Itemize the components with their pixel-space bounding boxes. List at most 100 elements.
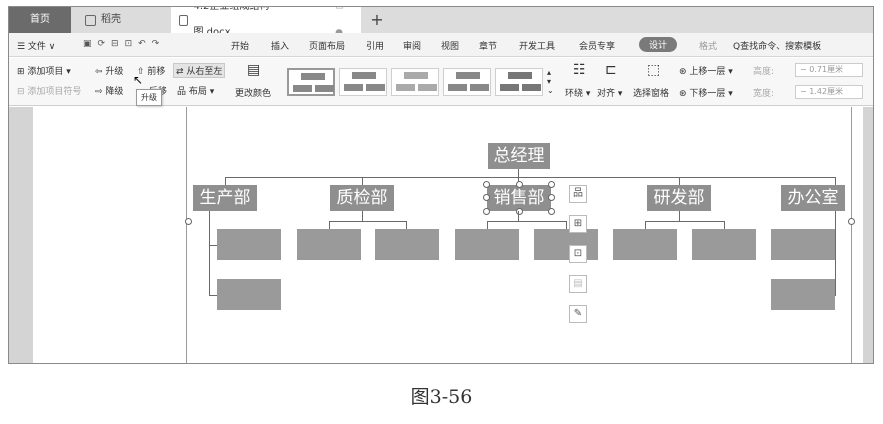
org-node-top[interactable]: 总经理	[488, 143, 550, 169]
quick-access-icons[interactable]: ▣⟳⊟⊡↶↷	[83, 39, 165, 49]
connector	[566, 221, 567, 229]
page-margin-left	[186, 107, 187, 363]
connector	[209, 295, 217, 296]
org-node-dept-1[interactable]: 生产部	[193, 185, 257, 211]
right-to-left-label: 从右至左	[186, 67, 223, 77]
add-item-button[interactable]: ⊞ 添加项目 ▾	[17, 64, 71, 77]
org-node-dept-4[interactable]: 研发部	[647, 185, 711, 211]
org-subnode[interactable]	[297, 229, 361, 260]
connector	[835, 177, 836, 185]
tab-document[interactable]: 4.2企业组成结构图.docx ▭ ●	[171, 7, 361, 38]
menu-page-layout[interactable]: 页面布局	[309, 39, 345, 52]
menu-section[interactable]: 章节	[479, 39, 497, 52]
promote-label: 升级	[105, 67, 124, 77]
align-button[interactable]: 对齐 ▾	[597, 86, 622, 99]
add-shape-tool-icon[interactable]: 品	[569, 185, 587, 203]
resize-handle[interactable]	[516, 181, 523, 188]
connector	[362, 177, 363, 185]
resize-handle[interactable]	[483, 181, 490, 188]
layout-tool-icon[interactable]: ⊞	[569, 215, 587, 233]
frame-handle-left[interactable]	[185, 218, 192, 225]
org-subnode[interactable]	[771, 279, 835, 310]
resize-handle[interactable]	[548, 194, 555, 201]
org-subnode[interactable]	[534, 229, 598, 260]
align-icon: ⊏	[605, 62, 617, 78]
wrap-button[interactable]: 环绕 ▾	[565, 86, 590, 99]
connector	[645, 221, 724, 222]
connector	[209, 245, 217, 246]
resize-handle[interactable]	[483, 208, 490, 215]
menu-view[interactable]: 视图	[441, 39, 459, 52]
layout-button[interactable]: 品 布局 ▾	[177, 84, 214, 97]
menu-member[interactable]: 会员专享	[579, 39, 615, 52]
select-pane-button[interactable]: 选择窗格	[633, 86, 669, 99]
right-to-left-button[interactable]: ⇄ 从右至左	[173, 63, 226, 78]
promote-button[interactable]: ⇦ 升级	[95, 64, 123, 77]
gallery-scroll-icon[interactable]: ▴ ▾ ⌄	[547, 68, 554, 95]
connector	[835, 211, 836, 295]
style-gallery-item-3[interactable]	[391, 68, 439, 96]
menu-references[interactable]: 引用	[366, 39, 384, 52]
tab-design[interactable]: 设计	[639, 37, 678, 52]
connector	[406, 221, 407, 229]
org-node-dept-2[interactable]: 质检部	[330, 185, 394, 211]
add-bullet-button[interactable]: ⊟ 添加项目符号	[17, 84, 81, 97]
connector	[329, 221, 330, 229]
org-subnode[interactable]	[217, 229, 281, 260]
style-gallery-item-5[interactable]	[495, 68, 543, 96]
search-command[interactable]: Q查找命令、搜索模板	[733, 39, 821, 52]
width-label: 宽度:	[753, 89, 775, 99]
width-value: 1.42厘米	[809, 87, 844, 96]
align-label: 对齐	[597, 89, 616, 99]
document-area: 总经理 生产部 质检部 销售部 研发部 办公室 品 ⊞ ⊡ ▤ ✎	[9, 107, 873, 363]
tab-bar: 首页 稻壳 4.2企业组成结构图.docx ▭ ● +	[9, 7, 873, 38]
org-subnode[interactable]	[771, 229, 835, 260]
menu-developer[interactable]: 开发工具	[519, 39, 555, 52]
frame-handle-right[interactable]	[848, 218, 855, 225]
style-tool-icon[interactable]: ⊡	[569, 245, 587, 263]
figure-caption: 图3-56	[410, 386, 473, 408]
tab-home[interactable]: 首页	[9, 7, 71, 33]
connector	[487, 221, 566, 222]
org-subnode[interactable]	[217, 279, 281, 310]
org-subnode[interactable]	[455, 229, 519, 260]
org-subnode[interactable]	[375, 229, 439, 260]
resize-handle[interactable]	[483, 194, 490, 201]
demote-button[interactable]: ⇨ 降级	[95, 84, 123, 97]
text-tool-icon[interactable]: ▤	[569, 275, 587, 293]
file-menu[interactable]: ☰ 文件 ∨	[17, 39, 55, 52]
wrap-icon: ☷	[573, 62, 586, 78]
tab-format[interactable]: 格式	[699, 39, 717, 52]
app-window: 首页 稻壳 4.2企业组成结构图.docx ▭ ● + ☰ 文件 ∨ ▣⟳⊟⊡↶…	[8, 6, 874, 364]
connector	[518, 211, 519, 221]
resize-handle[interactable]	[548, 181, 555, 188]
height-input[interactable]: − 0.71厘米	[795, 63, 863, 77]
send-backward-button[interactable]: ⊛ 下移一层 ▾	[679, 86, 733, 99]
change-color-icon: ▤	[247, 62, 261, 78]
new-tab-button[interactable]: +	[365, 7, 389, 33]
org-subnode[interactable]	[613, 229, 677, 260]
style-gallery-item-2[interactable]	[339, 68, 387, 96]
connector	[225, 177, 835, 178]
menu-home[interactable]: 开始	[231, 39, 249, 52]
width-input[interactable]: − 1.42厘米	[795, 85, 863, 99]
bring-forward-button[interactable]: ⊛ 上移一层 ▾	[679, 64, 733, 77]
change-color-button[interactable]: 更改颜色	[235, 86, 271, 99]
org-node-dept-5[interactable]: 办公室	[781, 185, 845, 211]
style-gallery-item-4[interactable]	[443, 68, 491, 96]
menu-review[interactable]: 审阅	[403, 39, 421, 52]
wrap-label: 环绕	[565, 89, 584, 99]
height-label: 高度:	[753, 67, 775, 77]
connector	[679, 211, 680, 221]
add-bullet-label: 添加项目符号	[27, 87, 82, 97]
resize-handle[interactable]	[548, 208, 555, 215]
style-gallery-item-1[interactable]	[287, 68, 335, 96]
connector	[329, 221, 406, 222]
pen-tool-icon[interactable]: ✎	[569, 305, 587, 323]
org-subnode[interactable]	[692, 229, 756, 260]
menu-insert[interactable]: 插入	[271, 39, 289, 52]
demote-label: 降级	[105, 87, 124, 97]
tab-draft[interactable]: 稻壳	[71, 7, 171, 33]
bring-forward-label: 上移一层	[689, 67, 726, 77]
mouse-cursor-icon: ↖	[133, 73, 144, 87]
